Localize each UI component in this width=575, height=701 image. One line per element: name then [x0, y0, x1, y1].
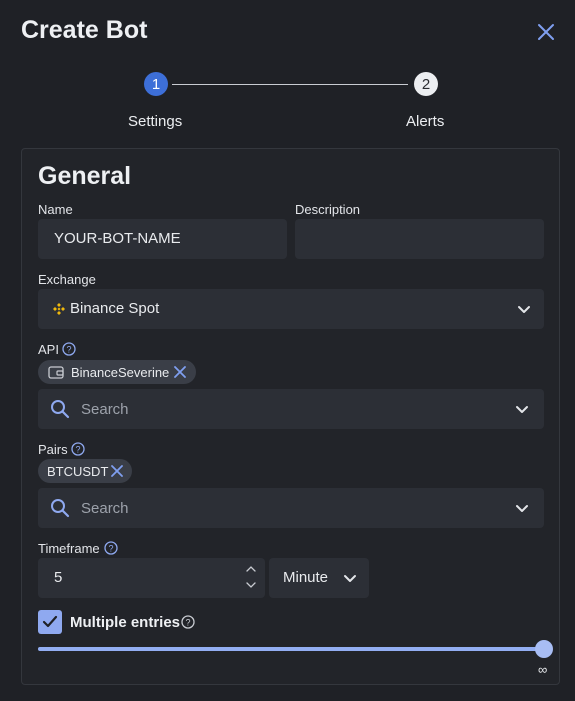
timeframe-value: 5	[54, 569, 63, 586]
step-1-indicator[interactable]: 1	[144, 72, 168, 96]
exchange-select[interactable]: Binance Spot	[38, 289, 544, 329]
check-icon	[42, 615, 58, 628]
api-search-placeholder: Search	[81, 401, 129, 418]
help-icon[interactable]: ?	[62, 342, 76, 356]
increment-icon[interactable]	[245, 564, 257, 574]
timeframe-label: Timeframe	[38, 541, 100, 556]
step-1-label[interactable]: Settings	[128, 113, 182, 130]
timeframe-number-input[interactable]: 5	[38, 558, 265, 598]
pairs-chip: BTCUSDT	[38, 459, 132, 483]
api-label: API	[38, 342, 59, 357]
pairs-search-select[interactable]: Search	[38, 488, 544, 528]
svg-text:?: ?	[75, 445, 80, 455]
timeframe-unit: Minute	[283, 569, 329, 586]
dialog-title: Create Bot	[21, 16, 148, 44]
entries-slider-track[interactable]	[38, 647, 544, 651]
step-2-indicator[interactable]: 2	[414, 72, 438, 96]
remove-chip-icon[interactable]	[174, 366, 186, 378]
remove-chip-icon[interactable]	[111, 465, 123, 477]
api-chip: BinanceSeverine	[38, 360, 196, 384]
exchange-label: Exchange	[38, 272, 96, 287]
description-input[interactable]	[295, 219, 544, 259]
svg-text:?: ?	[108, 544, 113, 554]
api-search-select[interactable]: Search	[38, 389, 544, 429]
name-label: Name	[38, 202, 73, 217]
pairs-search-placeholder: Search	[81, 500, 129, 517]
svg-text:?: ?	[66, 345, 71, 355]
svg-text:?: ?	[185, 618, 190, 628]
section-heading: General	[38, 162, 132, 190]
stepper-connector	[172, 84, 408, 85]
help-icon[interactable]: ?	[104, 541, 118, 555]
timeframe-unit-select[interactable]: Minute	[269, 558, 369, 598]
description-label: Description	[295, 202, 361, 217]
search-icon	[51, 400, 70, 419]
binance-logo-icon	[53, 303, 65, 315]
pairs-label: Pairs	[38, 442, 68, 457]
decrement-icon[interactable]	[245, 580, 257, 590]
chevron-down-icon	[516, 406, 528, 413]
name-value: YOUR-BOT-NAME	[54, 230, 181, 247]
entries-slider-value: ∞	[538, 662, 548, 677]
pairs-chip-label: BTCUSDT	[47, 464, 109, 479]
help-icon[interactable]: ?	[181, 615, 195, 629]
exchange-value: Binance Spot	[70, 300, 160, 317]
search-icon	[51, 499, 70, 518]
help-icon[interactable]: ?	[71, 442, 85, 456]
chevron-down-icon	[516, 505, 528, 512]
name-input[interactable]: YOUR-BOT-NAME	[38, 219, 287, 259]
close-icon[interactable]	[534, 20, 558, 44]
step-2-label[interactable]: Alerts	[406, 113, 444, 130]
entries-slider-thumb[interactable]	[535, 640, 553, 658]
multiple-entries-label: Multiple entries	[70, 614, 181, 631]
wallet-icon	[48, 366, 64, 379]
api-chip-label: BinanceSeverine	[71, 365, 170, 380]
chevron-down-icon	[518, 306, 530, 313]
multiple-entries-checkbox[interactable]	[38, 610, 62, 634]
chevron-down-icon	[344, 575, 356, 582]
